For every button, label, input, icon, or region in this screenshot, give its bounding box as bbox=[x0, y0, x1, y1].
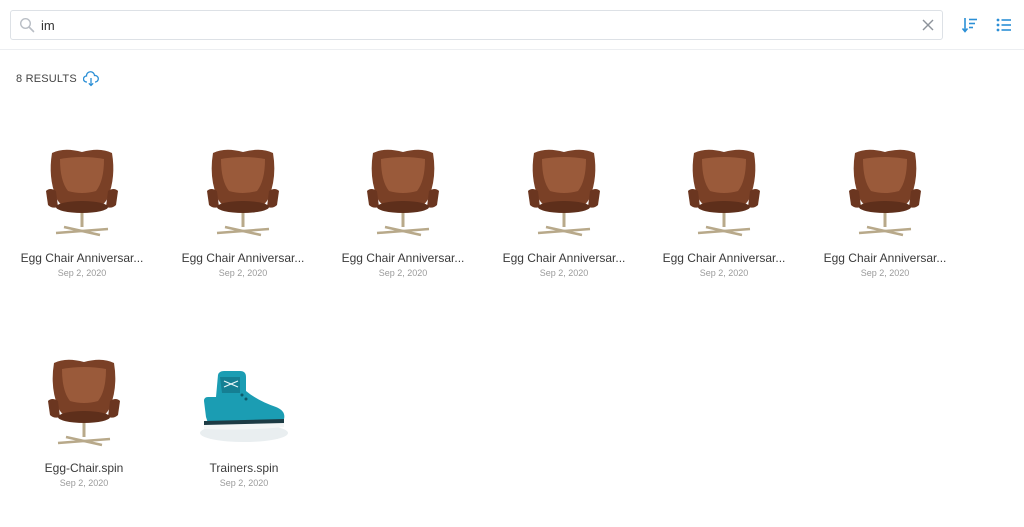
egg-chair-thumbnail bbox=[24, 137, 140, 237]
search-input[interactable] bbox=[41, 13, 911, 37]
asset-date: Sep 2, 2020 bbox=[860, 268, 910, 278]
egg-chair-thumbnail bbox=[185, 137, 301, 237]
asset-date: Sep 2, 2020 bbox=[378, 268, 428, 278]
asset-tile[interactable]: Trainers.spin Sep 2, 2020 bbox=[164, 347, 324, 507]
asset-tile[interactable]: Egg-Chair.spin Sep 2, 2020 bbox=[4, 347, 164, 507]
results-count: 8 RESULTS bbox=[16, 73, 77, 85]
top-toolbar bbox=[0, 0, 1024, 50]
asset-tile[interactable]: Egg Chair Anniversar... Sep 2, 2020 bbox=[484, 137, 644, 297]
trainer-shoe-thumbnail bbox=[186, 347, 302, 447]
asset-name: Egg Chair Anniversar... bbox=[502, 251, 626, 265]
clear-search-icon[interactable] bbox=[921, 18, 935, 32]
asset-name: Egg Chair Anniversar... bbox=[181, 251, 305, 265]
asset-name: Trainers.spin bbox=[209, 461, 279, 475]
asset-tile[interactable]: Egg Chair Anniversar... Sep 2, 2020 bbox=[644, 137, 804, 297]
asset-date: Sep 2, 2020 bbox=[219, 478, 269, 488]
asset-date: Sep 2, 2020 bbox=[539, 268, 589, 278]
results-header: 8 RESULTS bbox=[16, 71, 99, 87]
asset-tile[interactable]: Egg Chair Anniversar... Sep 2, 2020 bbox=[2, 137, 162, 297]
asset-date: Sep 2, 2020 bbox=[699, 268, 749, 278]
asset-name: Egg Chair Anniversar... bbox=[341, 251, 465, 265]
search-icon bbox=[19, 17, 35, 33]
asset-date: Sep 2, 2020 bbox=[57, 268, 107, 278]
egg-chair-thumbnail bbox=[26, 347, 142, 447]
asset-date: Sep 2, 2020 bbox=[59, 478, 109, 488]
sort-icon[interactable] bbox=[961, 16, 979, 34]
asset-date: Sep 2, 2020 bbox=[218, 268, 268, 278]
asset-tile[interactable]: Egg Chair Anniversar... Sep 2, 2020 bbox=[805, 137, 965, 297]
list-view-icon[interactable] bbox=[995, 16, 1013, 34]
asset-name: Egg Chair Anniversar... bbox=[20, 251, 144, 265]
asset-tile[interactable]: Egg Chair Anniversar... Sep 2, 2020 bbox=[323, 137, 483, 297]
egg-chair-thumbnail bbox=[506, 137, 622, 237]
egg-chair-thumbnail bbox=[345, 137, 461, 237]
asset-tile[interactable]: Egg Chair Anniversar... Sep 2, 2020 bbox=[163, 137, 323, 297]
results-grid: Egg Chair Anniversar... Sep 2, 2020 Egg … bbox=[0, 0, 1024, 527]
search-box[interactable] bbox=[10, 10, 943, 40]
asset-name: Egg Chair Anniversar... bbox=[662, 251, 786, 265]
cloud-download-icon[interactable] bbox=[82, 71, 99, 87]
egg-chair-thumbnail bbox=[666, 137, 782, 237]
egg-chair-thumbnail bbox=[827, 137, 943, 237]
asset-name: Egg-Chair.spin bbox=[44, 461, 124, 475]
asset-name: Egg Chair Anniversar... bbox=[823, 251, 947, 265]
